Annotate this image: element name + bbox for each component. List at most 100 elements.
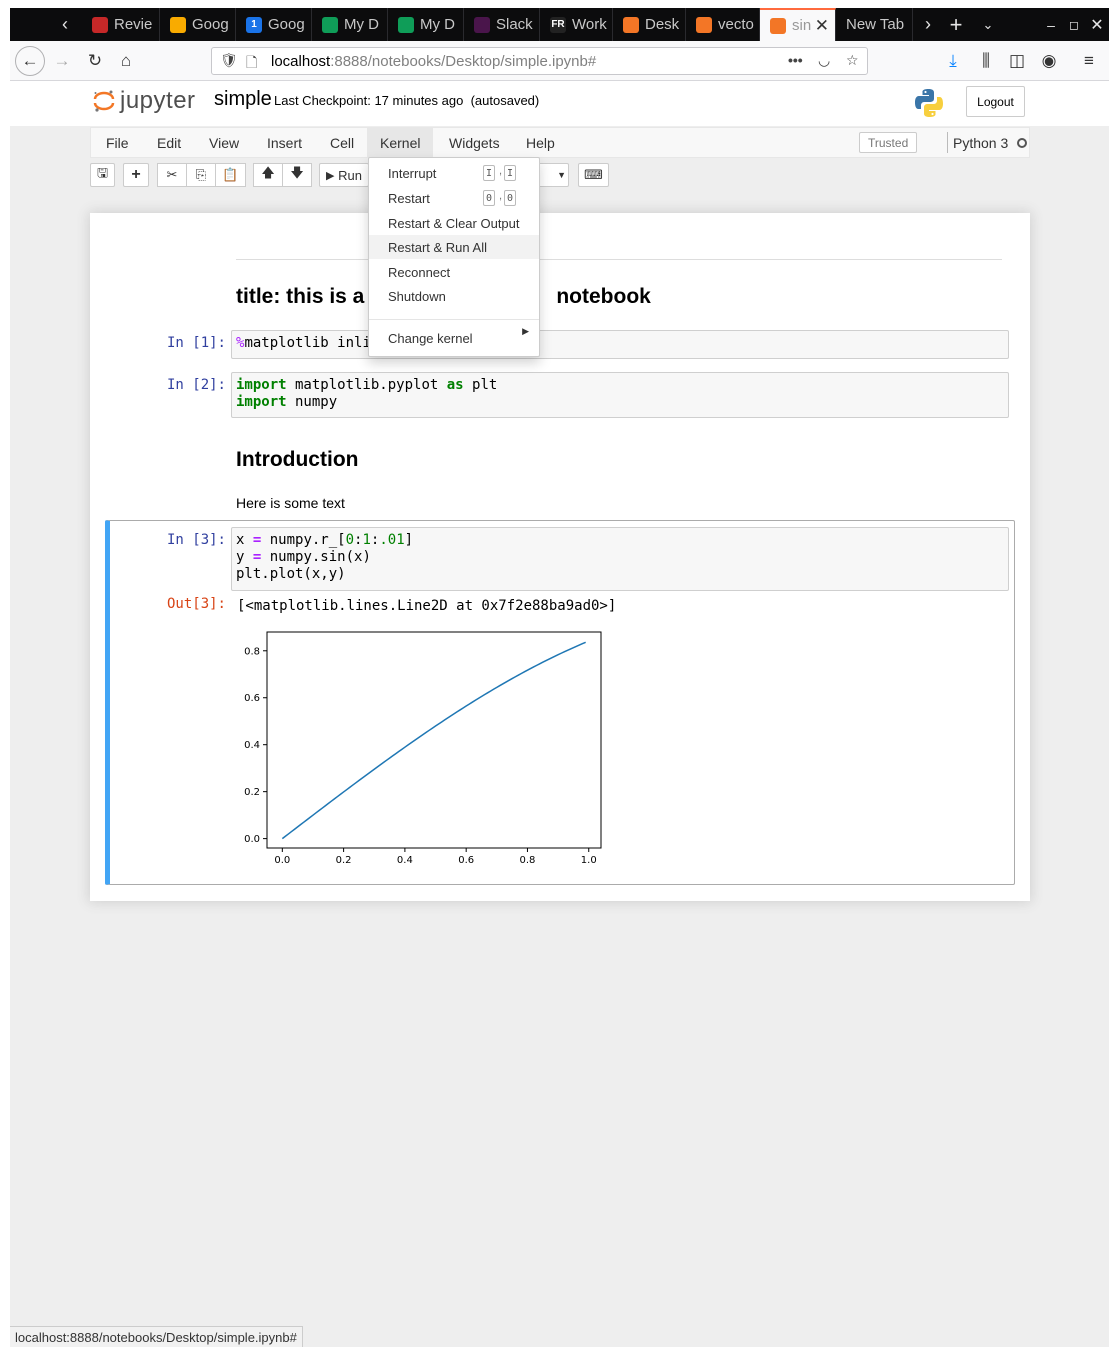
plot-svg: 0.0 0.2 0.4 0.6 0.8 1.0 0.0 0.2 0.4 0.6 0.8 xyxy=(244,631,602,866)
menu-item-reconnect[interactable]: Reconnect xyxy=(369,260,539,284)
menu-widgets[interactable]: Widgets xyxy=(436,128,513,157)
google-calendar-icon: 1 xyxy=(246,16,262,33)
menu-insert[interactable]: Insert xyxy=(254,128,315,157)
account-icon[interactable]: ◉ xyxy=(1034,46,1064,76)
markdown-heading-introduction: Introduction xyxy=(236,448,359,471)
downloads-icon[interactable]: ⤓ xyxy=(938,46,968,76)
y-tick-label: 0.2 xyxy=(244,787,260,798)
notebook-icon xyxy=(770,17,786,34)
close-window-icon[interactable]: ✕ xyxy=(1082,8,1109,41)
y-tick-label: 0.4 xyxy=(244,740,260,751)
browser-tab[interactable]: FR Work xyxy=(540,8,613,41)
x-tick-label: 0.6 xyxy=(458,855,474,866)
keyword-as: as xyxy=(446,377,464,393)
menu-cell[interactable]: Cell xyxy=(317,128,367,157)
tab-label: Revie xyxy=(114,16,153,33)
menu-item-change-kernel[interactable]: Change kernel ▶ xyxy=(369,326,539,350)
address-bar[interactable]: 🛡 🗋 localhost:8888/notebooks/Desktop/sim… xyxy=(211,47,868,75)
x-tick-label: 0.2 xyxy=(336,855,352,866)
menu-item-interrupt[interactable]: Interrupt I,I xyxy=(369,161,539,185)
menu-item-restart[interactable]: Restart 0,0 xyxy=(369,186,539,210)
save-icon[interactable]: 🖫 xyxy=(90,163,115,187)
notebook-name[interactable]: simple xyxy=(214,88,272,111)
play-icon: ▶ xyxy=(326,169,335,182)
browser-tab[interactable]: Goog xyxy=(160,8,236,41)
y-tick-label: 0.6 xyxy=(244,693,260,704)
tab-label: My D xyxy=(420,16,455,33)
code-line: y = numpy.sin(x) xyxy=(236,549,371,565)
scroll-tabs-right-icon[interactable]: › xyxy=(913,8,943,41)
logout-button[interactable]: Logout xyxy=(966,86,1025,117)
forward-arrow-icon[interactable]: → xyxy=(47,46,77,76)
scroll-tabs-left-icon[interactable]: ‹ xyxy=(50,8,80,41)
pocket-icon[interactable]: ◡ xyxy=(818,52,830,69)
code-module: numpy xyxy=(286,394,338,410)
sidebar-icon[interactable]: ◫ xyxy=(1002,46,1032,76)
kernel-indicator: Python 3 xyxy=(947,132,1028,153)
cell-1-prompt: In [1]: xyxy=(166,335,226,351)
menu-item-restart-run-all[interactable]: Restart & Run All xyxy=(369,235,539,259)
run-button[interactable]: ▶ Run xyxy=(319,163,369,187)
tab-label: My D xyxy=(344,16,379,33)
browser-tab[interactable]: My D xyxy=(388,8,464,41)
browser-tab[interactable]: 1 Goog xyxy=(236,8,312,41)
new-tab-plus-icon[interactable]: + xyxy=(941,8,971,41)
jupyter-icon xyxy=(623,16,639,33)
browser-tab[interactable]: vecto xyxy=(686,8,760,41)
menu-item-label: Change kernel xyxy=(388,330,473,346)
tab-label: New Tab xyxy=(846,16,905,33)
cell-3-code[interactable]: x = numpy.r_[0:1:.01] y = numpy.sin(x) plt… xyxy=(231,527,1009,591)
browser-tab[interactable]: Slack xyxy=(464,8,540,41)
menu-help[interactable]: Help xyxy=(513,128,568,157)
browser-tab[interactable]: Revie xyxy=(82,8,160,41)
list-all-tabs-chevron-icon[interactable]: ⌄ xyxy=(973,8,1003,41)
move-down-arrow-icon[interactable]: 🡇 xyxy=(282,163,312,187)
x-tick-label: 0.4 xyxy=(397,855,413,866)
hamburger-menu-icon[interactable]: ≡ xyxy=(1074,46,1104,76)
tab-label: vecto xyxy=(718,16,754,33)
move-up-arrow-icon[interactable]: 🡅 xyxy=(253,163,283,187)
menu-item-shutdown[interactable]: Shutdown xyxy=(369,284,539,308)
tab-label: sin xyxy=(792,17,812,34)
fr-icon: FR xyxy=(550,16,566,33)
browser-tab[interactable]: Desk xyxy=(613,8,686,41)
copy-icon[interactable]: ⎘ xyxy=(186,163,216,187)
home-icon[interactable]: ⌂ xyxy=(111,46,141,76)
kernel-menu-dropdown: Interrupt I,I Restart 0,0 Restart & Clea… xyxy=(368,157,540,357)
menu-edit[interactable]: Edit xyxy=(144,128,194,157)
page-actions-icon[interactable]: ••• xyxy=(788,52,803,68)
tab-strip: ‹ Revie Goog 1 Goog My D My D Slack FR Work Desk v… xyxy=(10,8,1109,41)
insert-cell-plus-icon[interactable]: + xyxy=(123,163,149,187)
browser-window: ‹ Revie Goog 1 Goog My D My D Slack FR Work Desk v… xyxy=(10,8,1109,1347)
cell-1-code[interactable]: %matplotlib inli xyxy=(231,330,1009,359)
library-icon[interactable]: ⫼ xyxy=(971,46,1001,76)
jupyter-logo[interactable]: jupyter xyxy=(92,87,196,115)
tab-label: Desk xyxy=(645,16,680,33)
trusted-indicator[interactable]: Trusted xyxy=(859,132,918,153)
reload-icon[interactable]: ↻ xyxy=(80,46,110,76)
cell-type-select[interactable]: ▼ xyxy=(539,163,569,187)
jupyter-logo-icon xyxy=(92,89,116,113)
keyboard-icon[interactable]: ⌨ xyxy=(578,163,609,187)
shortcut-key: 0 xyxy=(483,190,496,206)
autosave-text: (autosaved) xyxy=(470,93,540,108)
slack-icon xyxy=(474,16,490,33)
browser-tab[interactable]: sin ✕ xyxy=(760,8,836,41)
shield-icon[interactable]: 🛡 xyxy=(220,52,238,69)
back-arrow-icon[interactable]: ← xyxy=(15,46,45,76)
menu-item-label: Shutdown xyxy=(388,288,446,304)
tab-label: Slack xyxy=(496,16,533,33)
jupyter-logo-text: jupyter xyxy=(120,87,196,114)
cell-2-code[interactable]: import matplotlib.pyplot as plt import n… xyxy=(231,372,1009,418)
browser-tab[interactable]: New Tab xyxy=(836,8,913,41)
cut-scissors-icon[interactable]: ✂ xyxy=(157,163,187,187)
menu-view[interactable]: View xyxy=(196,128,252,157)
menu-item-restart-clear-output[interactable]: Restart & Clear Output xyxy=(369,211,539,235)
paste-icon[interactable]: 📋 xyxy=(215,163,246,187)
bookmark-star-icon[interactable]: ☆ xyxy=(846,52,859,69)
close-tab-icon[interactable]: ✕ xyxy=(815,16,829,36)
page-info-icon[interactable]: 🗋 xyxy=(246,52,257,76)
browser-tab[interactable]: My D xyxy=(312,8,388,41)
menu-file[interactable]: File xyxy=(93,128,142,157)
menu-kernel[interactable]: Kernel xyxy=(367,128,434,157)
